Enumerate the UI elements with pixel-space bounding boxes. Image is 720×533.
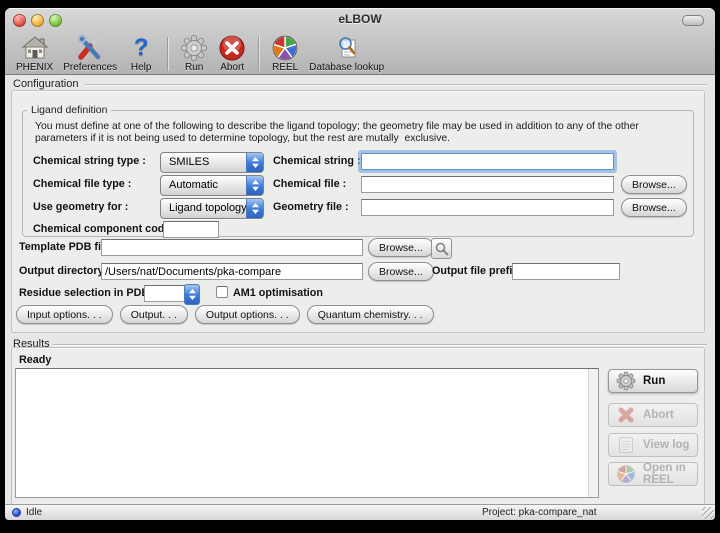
- toolbar-toggle-button[interactable]: [682, 15, 704, 26]
- am1-optimisation-label: AM1 optimisation: [233, 287, 323, 299]
- configuration-panel: Ligand definition You must define at one…: [11, 90, 705, 333]
- run-button[interactable]: Run: [608, 369, 698, 393]
- open-in-reel-button-label: Open in REEL: [643, 462, 690, 486]
- chemical-string-type-value: SMILES: [169, 156, 209, 168]
- input-options-button[interactable]: Input options. . .: [16, 305, 113, 324]
- residue-selection-stepper[interactable]: [184, 284, 200, 305]
- configuration-rule: [85, 84, 707, 85]
- resize-grip[interactable]: [702, 507, 714, 519]
- chemical-string-input[interactable]: [361, 153, 614, 170]
- results-log-scrollbar[interactable]: [588, 369, 598, 497]
- toolbar-label: Run: [185, 62, 203, 73]
- search-icon: [435, 242, 449, 256]
- output-directory-label: Output directory :: [19, 265, 110, 277]
- chemical-component-code-label: Chemical component code :: [33, 223, 177, 235]
- chemical-string-type-select[interactable]: SMILES: [160, 152, 264, 173]
- open-in-reel-button: Open in REEL: [608, 462, 698, 486]
- toolbar-button-help[interactable]: ? Help: [122, 34, 160, 73]
- status-state-text: Idle: [26, 507, 42, 518]
- results-log[interactable]: [15, 368, 599, 498]
- view-log-button-label: View log: [643, 439, 689, 451]
- am1-optimisation-checkbox[interactable]: [216, 286, 228, 298]
- residue-selection-input[interactable]: [144, 285, 188, 302]
- stepper-arrows-icon: [188, 288, 197, 301]
- output-options-button[interactable]: Output options. . .: [195, 305, 300, 324]
- option-buttons-row: Input options. . . Output. . . Output op…: [16, 305, 434, 324]
- toolbar-button-phenix[interactable]: PHENIX: [11, 34, 58, 73]
- toolbar-label: REEL: [272, 62, 298, 73]
- chemical-component-code-input[interactable]: [163, 221, 219, 238]
- toolbar-label: PHENIX: [16, 62, 53, 73]
- ligand-description-line2: parameters if it is not being used to de…: [35, 133, 450, 144]
- chemical-file-type-value: Automatic: [169, 179, 218, 191]
- chemical-file-browse-button[interactable]: Browse...: [621, 175, 687, 194]
- database-lookup-icon: [333, 34, 361, 62]
- run-gear-icon: [616, 371, 636, 391]
- abort-x-icon: [616, 405, 636, 425]
- toolbar-label: Abort: [220, 62, 244, 73]
- preferences-tools-icon: [76, 34, 104, 62]
- status-project-text: Project: pka-compare_nat: [482, 507, 597, 518]
- popup-arrows-icon: [246, 176, 263, 195]
- results-rule: [53, 344, 707, 345]
- results-status-text: Ready: [19, 354, 51, 366]
- output-file-prefix-input[interactable]: [512, 263, 620, 280]
- geometry-file-input[interactable]: [361, 199, 614, 216]
- configuration-section-title: Configuration: [13, 78, 78, 90]
- window-title: eLBOW: [5, 12, 715, 26]
- status-bar: Idle Project: pka-compare_nat: [5, 504, 715, 520]
- use-geometry-for-value: Ligand topology: [169, 202, 247, 214]
- template-pdb-file-input[interactable]: [101, 239, 363, 256]
- ligand-definition-group: Ligand definition You must define at one…: [22, 104, 694, 237]
- popup-arrows-icon: [246, 199, 263, 218]
- geometry-file-label: Geometry file :: [273, 201, 349, 213]
- chemical-string-label: Chemical string :: [273, 155, 361, 167]
- phenix-house-icon: [21, 34, 49, 62]
- reel-pie-icon: [616, 464, 636, 484]
- template-pdb-browse-button[interactable]: Browse...: [368, 238, 434, 257]
- window-chrome: eLBOW PHENIX: [5, 8, 715, 75]
- use-geometry-for-select[interactable]: Ligand topology: [160, 198, 264, 219]
- geometry-file-browse-button[interactable]: Browse...: [621, 198, 687, 217]
- ligand-description-line1: You must define at one of the following …: [35, 121, 639, 132]
- toolbar-label: Database lookup: [309, 62, 384, 73]
- view-log-icon: [616, 435, 636, 455]
- abort-button-label: Abort: [643, 409, 674, 421]
- toolbar-separator: [167, 37, 168, 71]
- run-button-label: Run: [643, 375, 665, 387]
- ligand-definition-legend: Ligand definition: [27, 104, 111, 116]
- quantum-chemistry-button[interactable]: Quantum chemistry. . .: [307, 305, 434, 324]
- output-directory-browse-button[interactable]: Browse...: [368, 262, 434, 281]
- toolbar-button-preferences[interactable]: Preferences: [58, 34, 122, 73]
- abort-x-circle-icon: [218, 34, 246, 62]
- elbow-window: eLBOW PHENIX: [5, 8, 715, 520]
- chemical-file-type-select[interactable]: Automatic: [160, 175, 264, 196]
- toolbar-button-database-lookup[interactable]: Database lookup: [304, 34, 389, 73]
- output-button[interactable]: Output. . .: [120, 305, 188, 324]
- template-pdb-search-button[interactable]: [431, 238, 452, 259]
- toolbar-button-abort[interactable]: Abort: [213, 34, 251, 73]
- toolbar-button-reel[interactable]: REEL: [266, 34, 304, 73]
- run-gear-icon: [180, 34, 208, 62]
- toolbar-label: Help: [131, 62, 152, 73]
- status-idle-dot-icon: [12, 508, 21, 517]
- abort-button: Abort: [608, 403, 698, 427]
- output-directory-input[interactable]: [101, 263, 363, 280]
- chemical-file-input[interactable]: [361, 176, 614, 193]
- view-log-button: View log: [608, 433, 698, 457]
- chemical-file-label: Chemical file :: [273, 178, 346, 190]
- title-bar[interactable]: eLBOW: [5, 8, 715, 30]
- toolbar-separator: [258, 37, 259, 71]
- toolbar-label: Preferences: [63, 62, 117, 73]
- reel-pie-icon: [271, 34, 299, 62]
- results-panel: Ready Run: [11, 347, 705, 506]
- use-geometry-for-label: Use geometry for :: [33, 201, 128, 213]
- toolbar-button-run[interactable]: Run: [175, 34, 213, 73]
- help-question-icon: ?: [127, 34, 155, 62]
- chemical-string-type-label: Chemical string type :: [33, 155, 146, 167]
- toolbar: PHENIX Preferences ? Help: [11, 32, 709, 73]
- popup-arrows-icon: [246, 153, 263, 172]
- chemical-file-type-label: Chemical file type :: [33, 178, 131, 190]
